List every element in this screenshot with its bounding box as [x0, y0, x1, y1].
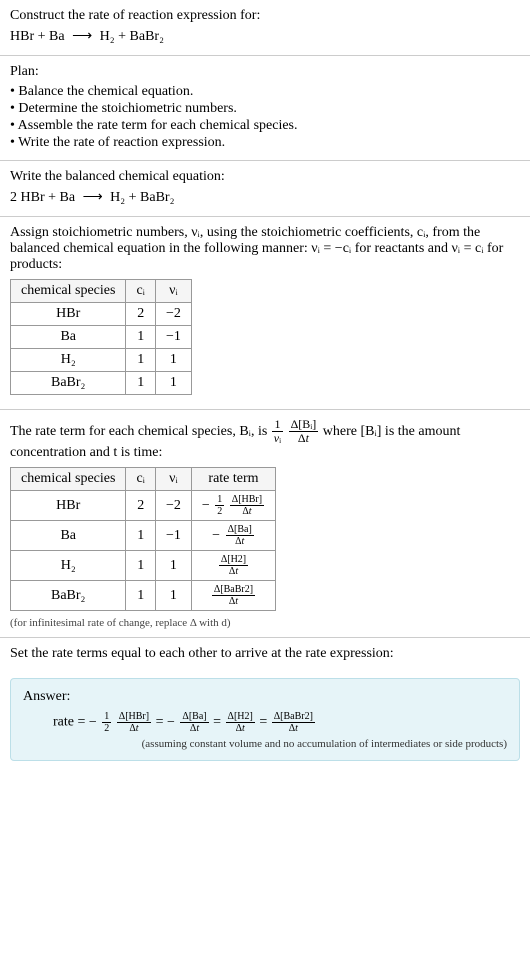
cell-species: Ba: [11, 326, 126, 349]
cell-species: HBr: [11, 303, 126, 326]
frac-delta: Δ[HBr]Δt: [230, 494, 264, 517]
frac-delta: Δ[Ba]Δt: [226, 524, 254, 547]
plan-bullet: • Write the rate of reaction expression.: [10, 135, 520, 151]
cell-nu: −2: [155, 303, 191, 326]
final-heading: Set the rate terms equal to each other t…: [10, 646, 520, 662]
table-row: Ba 1 −1: [11, 326, 192, 349]
plan-heading: Plan:: [10, 64, 520, 80]
cell-nu: 1: [155, 581, 191, 611]
plan-bullet: • Determine the stoichiometric numbers.: [10, 101, 520, 117]
answer-equation: rate = − 12 Δ[HBr]Δt = − Δ[Ba]Δt = Δ[H2]…: [23, 711, 507, 734]
cell-species: H₂: [11, 551, 126, 581]
answer-note: (assuming constant volume and no accumul…: [23, 738, 507, 750]
table-header-row: chemical species cᵢ νᵢ rate term: [11, 468, 276, 491]
cell-c: 2: [126, 491, 156, 521]
frac-coef: 12: [102, 711, 111, 734]
table-header-row: chemical species cᵢ νᵢ: [11, 280, 192, 303]
cell-rate: Δ[BaBr2]Δt: [191, 581, 275, 611]
col-ci: cᵢ: [126, 468, 156, 491]
neg-sign: −: [89, 715, 97, 730]
stoich-text: Assign stoichiometric numbers, νᵢ, using…: [10, 225, 520, 273]
stoich-table: chemical species cᵢ νᵢ HBr 2 −2 Ba 1 −1 …: [10, 279, 192, 395]
equals-sign: =: [259, 715, 270, 730]
intro-equation: HBr + Ba ⟶ H₂ + BaBr₂: [10, 28, 520, 45]
cell-c: 2: [126, 303, 156, 326]
rateterm-text: The rate term for each chemical species,…: [10, 418, 520, 461]
cell-species: HBr: [11, 491, 126, 521]
cell-c: 1: [126, 551, 156, 581]
frac-delta: Δ[BaBr2]Δt: [272, 711, 315, 734]
frac-1-over-nu: 1νᵢ: [272, 418, 283, 445]
plan-bullet: • Assemble the rate term for each chemic…: [10, 118, 520, 134]
cell-nu: −2: [155, 491, 191, 521]
table-row: H₂ 1 1 Δ[H2]Δt: [11, 551, 276, 581]
frac-delta: Δ[Ba]Δt: [180, 711, 208, 734]
col-nui: νᵢ: [155, 468, 191, 491]
cell-nu: −1: [155, 326, 191, 349]
plan-bullet: • Balance the chemical equation.: [10, 84, 520, 100]
cell-c: 1: [126, 326, 156, 349]
stoich-section: Assign stoichiometric numbers, νᵢ, using…: [0, 217, 530, 410]
cell-nu: −1: [155, 521, 191, 551]
intro-eq-lhs: HBr + Ba: [10, 29, 65, 44]
cell-c: 1: [126, 581, 156, 611]
table-row: BaBr₂ 1 1: [11, 372, 192, 395]
balanced-equation: 2 HBr + Ba ⟶ H₂ + BaBr₂: [10, 189, 520, 206]
frac-delta: Δ[H2]Δt: [219, 554, 248, 577]
cell-nu: 1: [155, 372, 191, 395]
balanced-eq-lhs: 2 HBr + Ba: [10, 190, 75, 205]
intro-eq-rhs: H₂ + BaBr₂: [100, 29, 164, 44]
cell-species: BaBr₂: [11, 581, 126, 611]
col-ci: cᵢ: [126, 280, 156, 303]
neg-sign: −: [202, 498, 210, 513]
cell-rate: − Δ[Ba]Δt: [191, 521, 275, 551]
table-row: Ba 1 −1 − Δ[Ba]Δt: [11, 521, 276, 551]
rateterm-section: The rate term for each chemical species,…: [0, 410, 530, 638]
cell-nu: 1: [155, 551, 191, 581]
table-row: HBr 2 −2: [11, 303, 192, 326]
col-nui: νᵢ: [155, 280, 191, 303]
rateterm-text-pre: The rate term for each chemical species,…: [10, 424, 271, 439]
table-row: H₂ 1 1: [11, 349, 192, 372]
cell-c: 1: [126, 521, 156, 551]
cell-species: Ba: [11, 521, 126, 551]
final-section: Set the rate terms equal to each other t…: [0, 638, 530, 670]
cell-species: H₂: [11, 349, 126, 372]
balanced-eq-rhs: H₂ + BaBr₂: [110, 190, 174, 205]
cell-species: BaBr₂: [11, 372, 126, 395]
balanced-heading: Write the balanced chemical equation:: [10, 169, 520, 185]
plan-section: Plan: • Balance the chemical equation. •…: [0, 56, 530, 161]
col-species: chemical species: [11, 468, 126, 491]
intro-section: Construct the rate of reaction expressio…: [0, 0, 530, 56]
col-species: chemical species: [11, 280, 126, 303]
arrow-icon: ⟶: [83, 189, 103, 206]
intro-heading: Construct the rate of reaction expressio…: [10, 8, 520, 24]
cell-c: 1: [126, 372, 156, 395]
equals-sign: =: [213, 715, 224, 730]
col-rateterm: rate term: [191, 468, 275, 491]
arrow-icon: ⟶: [72, 28, 92, 45]
balanced-section: Write the balanced chemical equation: 2 …: [0, 161, 530, 217]
rateterm-table: chemical species cᵢ νᵢ rate term HBr 2 −…: [10, 467, 276, 611]
cell-c: 1: [126, 349, 156, 372]
cell-rate: − 12 Δ[HBr]Δt: [191, 491, 275, 521]
answer-label: Answer:: [23, 689, 507, 705]
table-row: BaBr₂ 1 1 Δ[BaBr2]Δt: [11, 581, 276, 611]
rateterm-note: (for infinitesimal rate of change, repla…: [10, 617, 520, 629]
cell-nu: 1: [155, 349, 191, 372]
equals-sign: =: [156, 715, 167, 730]
rateterm-formula: 1νᵢ Δ[Bᵢ]Δt: [271, 424, 323, 439]
frac-delta: Δ[HBr]Δt: [117, 711, 151, 734]
answer-box: Answer: rate = − 12 Δ[HBr]Δt = − Δ[Ba]Δt…: [10, 678, 520, 761]
table-row: HBr 2 −2 − 12 Δ[HBr]Δt: [11, 491, 276, 521]
answer-prefix: rate =: [53, 715, 89, 730]
neg-sign: −: [167, 715, 175, 730]
frac-dBi-dt: Δ[Bᵢ]Δt: [289, 418, 319, 445]
cell-rate: Δ[H2]Δt: [191, 551, 275, 581]
frac-delta: Δ[H2]Δt: [226, 711, 255, 734]
frac-coef: 12: [215, 494, 224, 517]
frac-delta: Δ[BaBr2]Δt: [212, 584, 255, 607]
neg-sign: −: [212, 528, 220, 543]
